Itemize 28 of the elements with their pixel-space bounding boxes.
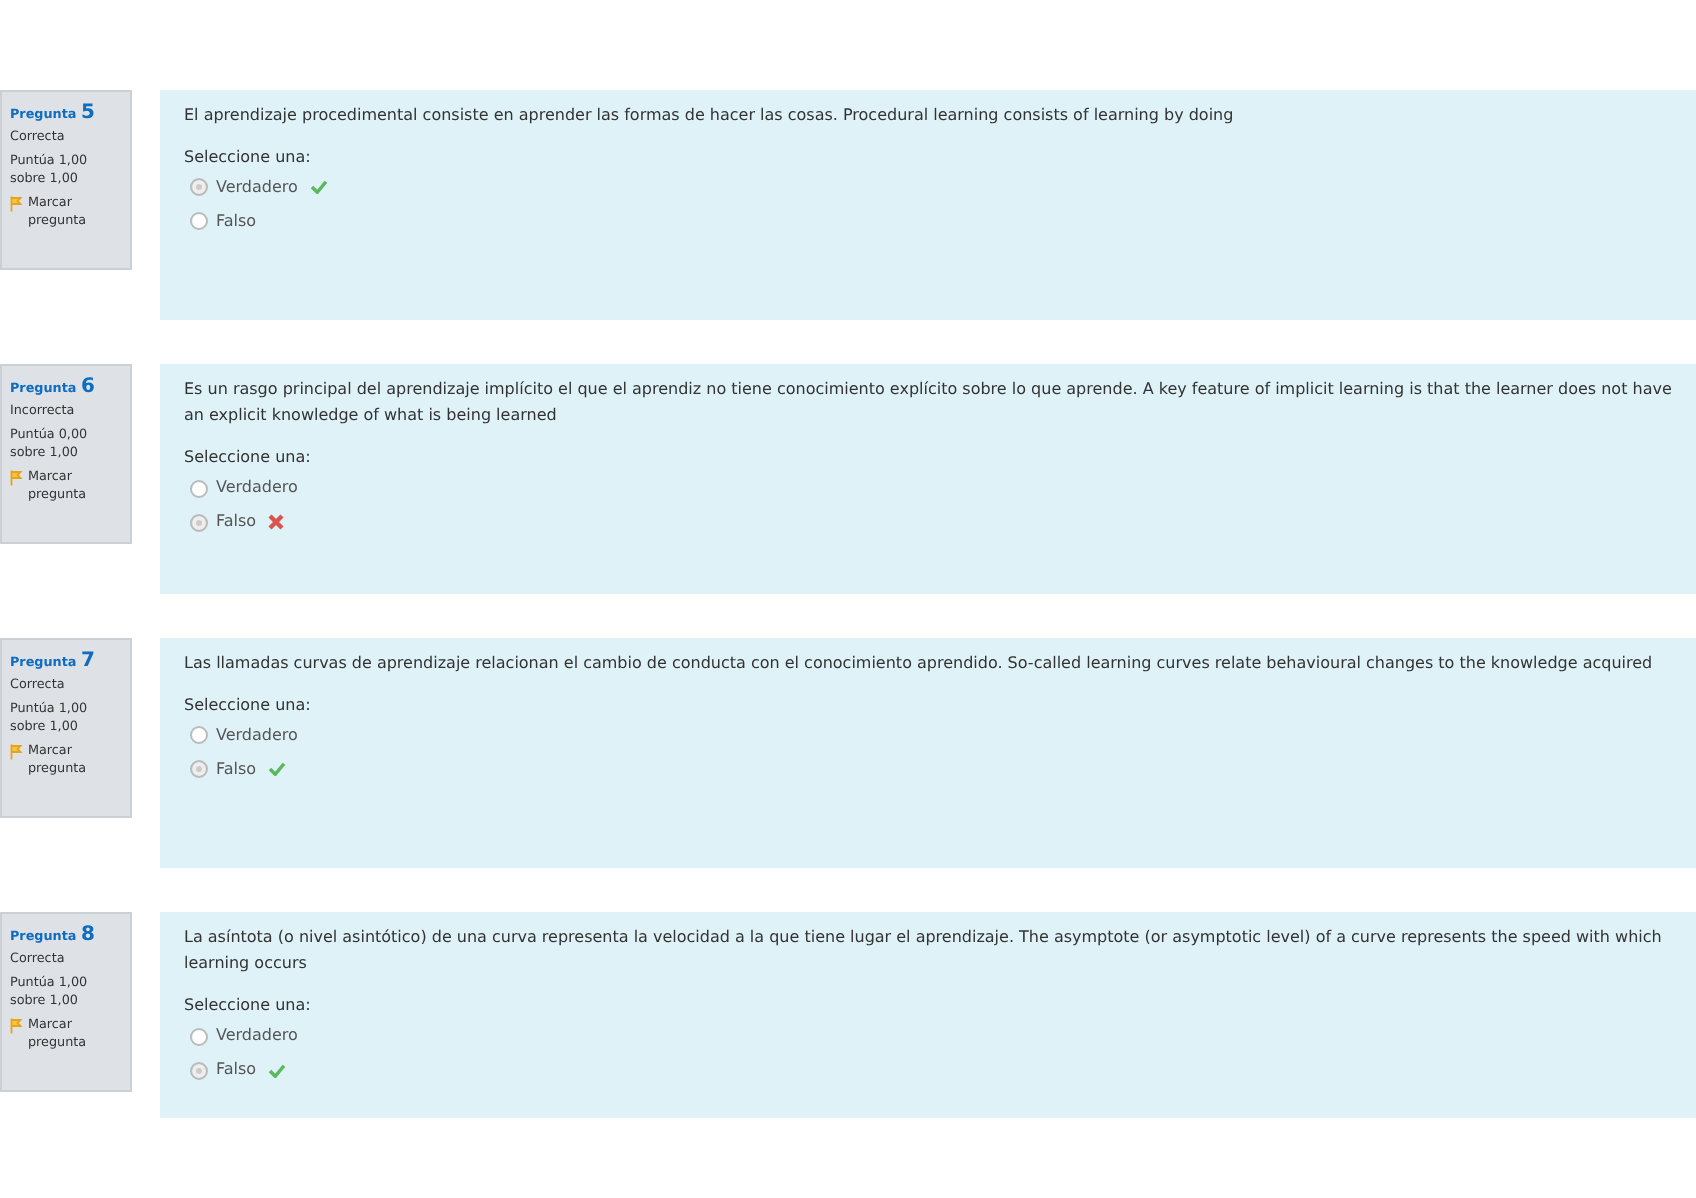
answer-prompt: Seleccione una:: [184, 994, 313, 1019]
flag-icon[interactable]: [10, 469, 22, 486]
question-text: El aprendizaje procedimental consiste en aprender las formas de hacer las cosas. Procedural learning consists of learning by doing: [184, 104, 1236, 128]
option-label[interactable]: Falso: [216, 508, 257, 536]
radio-button[interactable]: [190, 513, 208, 532]
flag-icon[interactable]: [10, 743, 22, 760]
radio-button[interactable]: [190, 1027, 208, 1046]
flag-icon[interactable]: [10, 195, 22, 212]
radio-button[interactable]: [190, 479, 208, 498]
option-label[interactable]: Verdadero: [216, 174, 298, 201]
radio-button[interactable]: [190, 1061, 208, 1080]
radio-button[interactable]: [190, 726, 208, 745]
flag-icon[interactable]: [10, 1017, 22, 1034]
option-label[interactable]: Verdadero: [216, 474, 298, 502]
option-label[interactable]: Verdadero: [216, 1022, 298, 1050]
question-text: Es un rasgo principal del aprendizaje implícito el que el aprendiz no tiene conocimiento explícito sobre lo que aprende. A key feature of implicit learning is that the learner does not have an explicit knowledge of what is being learned: [184, 378, 1672, 429]
radio-button[interactable]: [190, 212, 208, 231]
answer-prompt: Seleccione una:: [184, 694, 313, 719]
answer-prompt: Seleccione una:: [184, 146, 313, 171]
answer-prompt: Seleccione una:: [184, 446, 313, 471]
option-label[interactable]: Falso: [216, 1056, 257, 1084]
option-label[interactable]: Falso: [216, 756, 257, 783]
option-label[interactable]: Falso: [216, 208, 257, 235]
option-label[interactable]: Verdadero: [216, 722, 298, 749]
radio-button[interactable]: [190, 178, 208, 197]
radio-button[interactable]: [190, 760, 208, 779]
question-text: La asíntota (o nivel asintótico) de una curva representa la velocidad a la que tiene lugar el aprendizaje. The asymptote (or asymptotic level) of a curve represents the speed with which learning occurs: [184, 926, 1664, 977]
question-text: Las llamadas curvas de aprendizaje relacionan el cambio de conducta con el conocimiento aprendido. So-called learning curves relate behavioural changes to the knowledge acquired: [184, 652, 1655, 676]
